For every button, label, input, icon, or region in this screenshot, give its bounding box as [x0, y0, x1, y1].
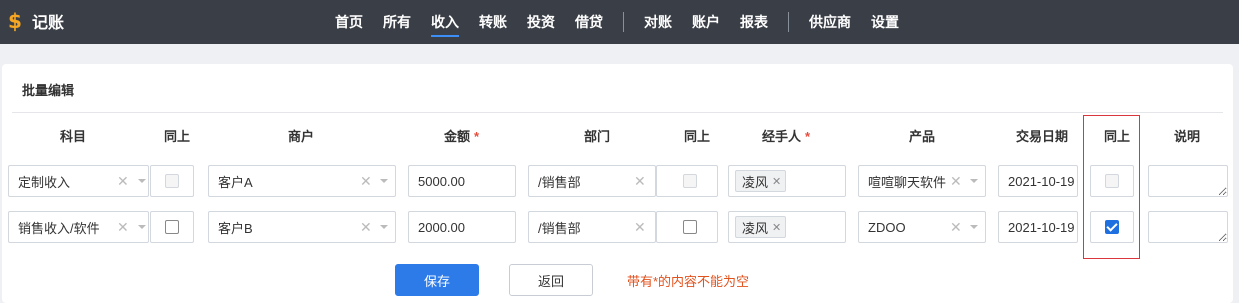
chevron-down-icon [380, 225, 388, 229]
same-above-cell [656, 165, 718, 197]
nav-divider [623, 12, 624, 32]
date-input[interactable]: 2021-10-19 [998, 211, 1078, 243]
col-header-dept: 部门 [584, 129, 611, 144]
remove-tag-icon[interactable]: ✕ [772, 175, 781, 188]
chevron-down-icon [380, 179, 388, 183]
subject-select[interactable]: 定制收入 ✕ [8, 165, 149, 197]
merchant-value: 客户A [218, 174, 253, 190]
top-navbar: $ 记账 首页 所有 收入 转账 投资 借贷 对账 账户 报表 供应商 设置 [0, 0, 1239, 44]
col-header-note: 说明 [1174, 129, 1201, 144]
amount-label: 金额 [444, 129, 471, 144]
clear-icon[interactable]: ✕ [634, 173, 646, 190]
app-title: 记账 [32, 15, 65, 32]
clear-icon[interactable]: ✕ [360, 219, 372, 236]
nav-divider [788, 12, 789, 32]
merchant-select[interactable]: 客户A ✕ [208, 165, 396, 197]
chevron-down-icon [970, 225, 978, 229]
clear-icon[interactable]: ✕ [117, 219, 129, 236]
required-mark: * [805, 129, 811, 144]
panel-divider [12, 112, 1223, 113]
dollar-logo-icon: $ [8, 9, 22, 33]
product-select[interactable]: ZDOO ✕ [858, 211, 986, 243]
clear-icon[interactable]: ✕ [360, 173, 372, 190]
col-header-handler: 经手人 * [762, 126, 810, 145]
required-hint: 带有*的内容不能为空 [627, 274, 750, 289]
note-textarea[interactable] [1148, 165, 1228, 197]
col-header-date: 交易日期 [1016, 129, 1069, 144]
same-above-checkbox[interactable] [165, 174, 179, 188]
date-value: 2021-10-19 [1008, 219, 1075, 235]
col-header-same-2: 同上 [684, 129, 711, 144]
amount-input[interactable]: 5000.00 [408, 165, 516, 197]
col-header-product: 产品 [909, 129, 936, 144]
panel-title: 批量编辑 [22, 83, 75, 98]
handler-tag-label: 凌风 [742, 174, 769, 190]
clear-icon[interactable]: ✕ [634, 219, 646, 236]
same-above-cell [656, 211, 718, 243]
main-nav: 首页 所有 收入 转账 投资 借贷 对账 账户 报表 供应商 设置 [335, 0, 919, 44]
remove-tag-icon[interactable]: ✕ [772, 221, 781, 234]
nav-item-loan[interactable]: 借贷 [575, 0, 603, 44]
nav-item-suppliers[interactable]: 供应商 [809, 0, 851, 44]
product-value: ZDOO [868, 219, 906, 235]
nav-item-settings[interactable]: 设置 [871, 0, 899, 44]
same-above-checkbox[interactable] [683, 220, 697, 234]
amount-input[interactable]: 2000.00 [408, 211, 516, 243]
nav-item-invest[interactable]: 投资 [527, 0, 555, 44]
product-value: 喧喧聊天软件 [868, 174, 947, 190]
amount-value: 5000.00 [418, 173, 465, 189]
same-above-checkbox[interactable] [683, 174, 697, 188]
same-above-checkbox[interactable] [165, 220, 179, 234]
dept-value: /销售部 [538, 220, 581, 236]
nav-item-income[interactable]: 收入 [431, 0, 459, 44]
merchant-select[interactable]: 客户B ✕ [208, 211, 396, 243]
nav-item-reconcile[interactable]: 对账 [644, 0, 672, 44]
clear-icon[interactable]: ✕ [950, 219, 962, 236]
product-select[interactable]: 喧喧聊天软件 ✕ [858, 165, 986, 197]
subject-value: 销售收入/软件 [18, 220, 100, 236]
subject-value: 定制收入 [18, 174, 71, 190]
col-header-subject: 科目 [60, 129, 87, 144]
nav-item-transfer[interactable]: 转账 [479, 0, 507, 44]
handler-select[interactable]: 凌风 ✕ [728, 211, 846, 243]
handler-tag: 凌风 ✕ [735, 170, 787, 192]
dept-select[interactable]: /销售部 ✕ [528, 211, 667, 243]
chevron-down-icon [138, 225, 146, 229]
handler-label: 经手人 [762, 129, 802, 144]
dept-value: /销售部 [538, 174, 581, 190]
save-button[interactable]: 保存 [395, 264, 479, 296]
merchant-value: 客户B [218, 220, 253, 236]
nav-item-reports[interactable]: 报表 [740, 0, 768, 44]
annotation-highlight-box [1083, 115, 1140, 259]
dept-select[interactable]: /销售部 ✕ [528, 165, 667, 197]
date-input[interactable]: 2021-10-19 [998, 165, 1078, 197]
back-button[interactable]: 返回 [509, 264, 593, 296]
amount-value: 2000.00 [418, 219, 465, 235]
nav-item-home[interactable]: 首页 [335, 0, 363, 44]
handler-tag: 凌风 ✕ [735, 216, 787, 238]
clear-icon[interactable]: ✕ [117, 173, 129, 190]
same-above-cell [150, 211, 194, 243]
note-textarea[interactable] [1148, 211, 1228, 243]
subject-select[interactable]: 销售收入/软件 ✕ [8, 211, 149, 243]
handler-select[interactable]: 凌风 ✕ [728, 165, 846, 197]
app-brand[interactable]: $ 记账 [8, 9, 64, 33]
chevron-down-icon [970, 179, 978, 183]
date-value: 2021-10-19 [1008, 173, 1075, 189]
batch-edit-panel: 批量编辑 科目 同上 商户 金额 * 部门 同上 经手人 * 产品 交易日期 同上 … [2, 64, 1233, 303]
handler-tag-label: 凌风 [742, 220, 769, 236]
nav-item-all[interactable]: 所有 [383, 0, 411, 44]
col-header-same-1: 同上 [164, 129, 191, 144]
clear-icon[interactable]: ✕ [950, 173, 962, 190]
required-mark: * [474, 129, 480, 144]
chevron-down-icon [138, 179, 146, 183]
same-above-cell [150, 165, 194, 197]
col-header-merchant: 商户 [288, 129, 315, 144]
nav-item-accounts[interactable]: 账户 [692, 0, 720, 44]
col-header-amount: 金额 * [444, 126, 479, 145]
